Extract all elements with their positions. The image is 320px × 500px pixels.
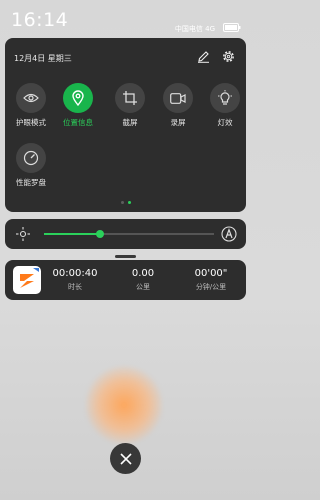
brightness-slider-fill: [44, 233, 101, 235]
tile-label: 位置信息: [63, 118, 93, 127]
tile-location[interactable]: 位置信息: [54, 83, 102, 143]
tile-label: 性能罗盘: [16, 178, 46, 187]
stat-value: 00:00:40: [52, 268, 98, 279]
gauge-icon: [16, 143, 46, 173]
stat-value: 00'00": [194, 268, 228, 279]
page-dot: [120, 201, 124, 204]
light-bulb-icon: [210, 83, 240, 113]
sport-app-icon: [13, 266, 41, 294]
brightness-sun-icon: [16, 227, 30, 241]
battery-icon: [223, 23, 241, 32]
quick-settings-panel: 12月4日 星期三 护眼模式 位置信息 截屏 录屏 灯效 性能罗盘: [5, 38, 246, 212]
tile-label: 录屏: [170, 118, 186, 127]
page-dot-active: [127, 201, 131, 204]
auto-brightness-icon[interactable]: [221, 226, 237, 242]
close-icon: [119, 452, 132, 465]
stat-unit: 时长: [68, 283, 82, 291]
stat-unit: 公里: [136, 283, 150, 291]
close-button[interactable]: [110, 443, 141, 474]
brightness-slider-thumb[interactable]: [96, 230, 105, 238]
brightness-bar: [5, 219, 246, 249]
tile-screen-record[interactable]: 录屏: [154, 83, 202, 143]
tile-screenshot[interactable]: 截屏: [106, 83, 154, 143]
gear-icon[interactable]: [221, 49, 236, 64]
status-time: 16:14: [11, 9, 69, 31]
tile-performance-compass[interactable]: 性能罗盘: [7, 143, 55, 203]
eye-icon: [16, 83, 46, 113]
stat-unit: 分钟/公里: [195, 283, 227, 291]
tile-label: 护眼模式: [16, 118, 46, 127]
pencil-icon[interactable]: [197, 50, 210, 63]
brightness-slider[interactable]: [44, 230, 214, 238]
carrier-label: 中国电信 4G: [174, 25, 215, 33]
crop-icon: [115, 83, 145, 113]
stat-value: 0.00: [131, 268, 155, 279]
background-glow: [86, 366, 162, 444]
location-pin-icon: [63, 83, 93, 113]
tile-label: 灯效: [217, 118, 233, 127]
workout-notification[interactable]: 00:00:40 时长 0.00 公里 00'00" 分钟/公里: [5, 260, 246, 300]
tile-label: 截屏: [122, 118, 138, 127]
stat-duration: 00:00:40 时长: [43, 268, 107, 292]
page-indicator: [5, 201, 246, 204]
stat-pace: 00'00" 分钟/公里: [179, 268, 243, 292]
stat-distance: 0.00 公里: [111, 268, 175, 292]
drag-handle[interactable]: [115, 255, 136, 258]
tile-light-effect[interactable]: 灯效: [201, 83, 249, 143]
panel-date: 12月4日 星期三: [14, 54, 72, 63]
status-bar: 16:14 中国电信 4G: [0, 0, 251, 38]
video-camera-icon: [163, 83, 193, 113]
tile-eye-protection[interactable]: 护眼模式: [7, 83, 55, 143]
